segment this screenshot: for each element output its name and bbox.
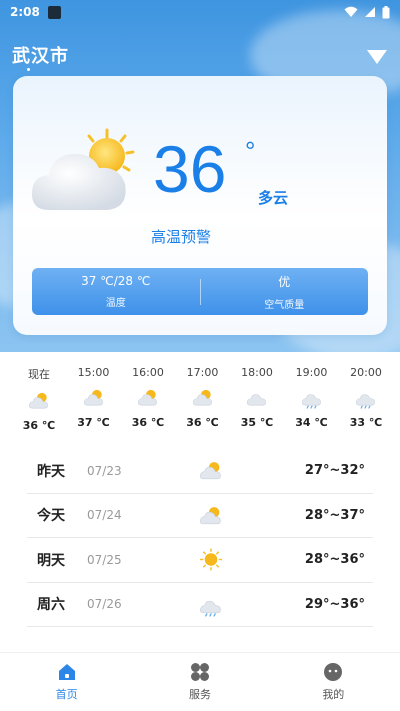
daily-forecast: 昨天 07/23 27°~32° 今天 07/24 28°~37° 明天 07/25 28°~3… [27,449,373,627]
aqi-cell[interactable]: 优 空气质量 [201,273,369,311]
hour-time: 17:00 [186,366,219,379]
day-date: 07/24 [87,508,122,523]
partly-cloudy-icon [83,387,105,409]
temp-range-cell: 37 ℃/28 ℃ 温度 [32,274,200,309]
tab-home-label: 首页 [55,688,78,701]
hour-temp: 37 ℃ [77,416,110,429]
hour-time: 15:00 [77,366,110,379]
temp-range-value: 37 ℃/28 ℃ [81,274,151,288]
hour-time: 19:00 [295,366,328,379]
daily-row[interactable]: 今天 07/24 28°~37° [27,494,373,538]
aqi-value: 优 [278,274,291,289]
hour-item: 19:00 34 ℃ [287,366,337,429]
hour-time: 现在 [28,368,50,381]
hour-time: 16:00 [132,366,164,379]
day-date: 07/23 [87,463,122,478]
hour-item: 17:00 36 ℃ [178,366,228,429]
rain-icon [301,387,323,409]
partly-cloudy-icon [199,459,223,483]
hour-temp: 36 ℃ [131,416,165,429]
hour-time: 20:00 [350,366,382,379]
day-name: 明天 [37,552,65,569]
hour-temp: 35 ℃ [240,416,274,429]
bottom-tab-bar: 首页 服务 我的 [0,652,400,711]
hour-temp: 34 ℃ [295,416,328,429]
current-condition: 多云 [258,189,289,207]
day-temp-range: 29°~36° [304,596,365,612]
info-bar: 37 ℃/28 ℃ 温度 优 空气质量 [32,268,368,315]
rain-icon [199,593,223,617]
forecast-panel: 现在 36 ℃ 15:00 37 ℃ 16:00 36 ℃ 17:00 36 ℃ 18:00 35… [0,352,400,652]
hour-item: 18:00 35 ℃ [232,366,282,429]
hour-item: 15:00 37 ℃ [69,366,119,429]
partly-cloudy-icon [28,390,50,412]
tab-profile[interactable]: 我的 [267,653,400,711]
tab-profile-label: 我的 [322,688,345,701]
city-name[interactable]: 武汉市 [12,42,69,68]
day-temp-range: 28°~36° [304,552,365,568]
daily-row[interactable]: 周六 07/26 29°~36° [27,583,373,627]
current-temperature: 36 [153,132,227,206]
wifi-icon [344,6,358,17]
tab-services-label: 服务 [188,688,211,701]
battery-icon [382,5,390,18]
day-name: 今天 [37,508,65,525]
aqi-label: 空气质量 [264,299,305,311]
hour-item: 20:00 33 ℃ [341,366,391,429]
home-icon [58,664,75,680]
partly-cloudy-icon [31,128,135,210]
hour-item: 16:00 36 ℃ [123,366,173,429]
day-date: 07/26 [87,597,122,612]
grid-icon [190,663,209,681]
signal-icon [365,7,375,17]
hour-temp: 33 ℃ [349,416,383,429]
current-weather-card: 36 ° 多云 高温预警 37 ℃/28 ℃ 温度 优 空气质量 [13,76,387,335]
hour-time: 18:00 [241,366,273,379]
day-temp-range: 28°~37° [304,507,365,523]
notification-icon [47,5,61,19]
hour-temp: 36 ℃ [186,416,219,429]
partly-cloudy-icon [192,387,214,409]
status-time: 2:08 [10,5,40,19]
weather-warning[interactable]: 高温预警 [151,226,211,247]
rain-icon [355,387,377,409]
day-temp-range: 27°~32° [304,463,365,479]
profile-icon [324,663,343,681]
tab-home[interactable]: 首页 [0,653,133,711]
day-date: 07/25 [87,552,122,567]
cloudy-icon [246,387,268,409]
status-bar: 2:08 [0,0,400,24]
dropdown-icon[interactable] [366,48,388,66]
day-name: 昨天 [37,463,65,480]
partly-cloudy-icon [137,387,159,409]
hour-item: 现在 36 ℃ [14,366,64,432]
partly-cloudy-icon [199,504,223,528]
daily-row[interactable]: 昨天 07/23 27°~32° [27,449,373,494]
hourly-forecast[interactable]: 现在 36 ℃ 15:00 37 ℃ 16:00 36 ℃ 17:00 36 ℃ 18:00 35… [0,366,400,446]
hour-temp: 36 ℃ [22,419,56,432]
day-name: 周六 [37,597,65,614]
sunny-icon [199,548,223,572]
temp-range-label: 温度 [105,298,126,309]
location-dot [27,68,30,71]
degree-symbol: ° [245,136,256,166]
daily-row[interactable]: 明天 07/25 28°~36° [27,538,373,583]
tab-services[interactable]: 服务 [133,653,266,711]
